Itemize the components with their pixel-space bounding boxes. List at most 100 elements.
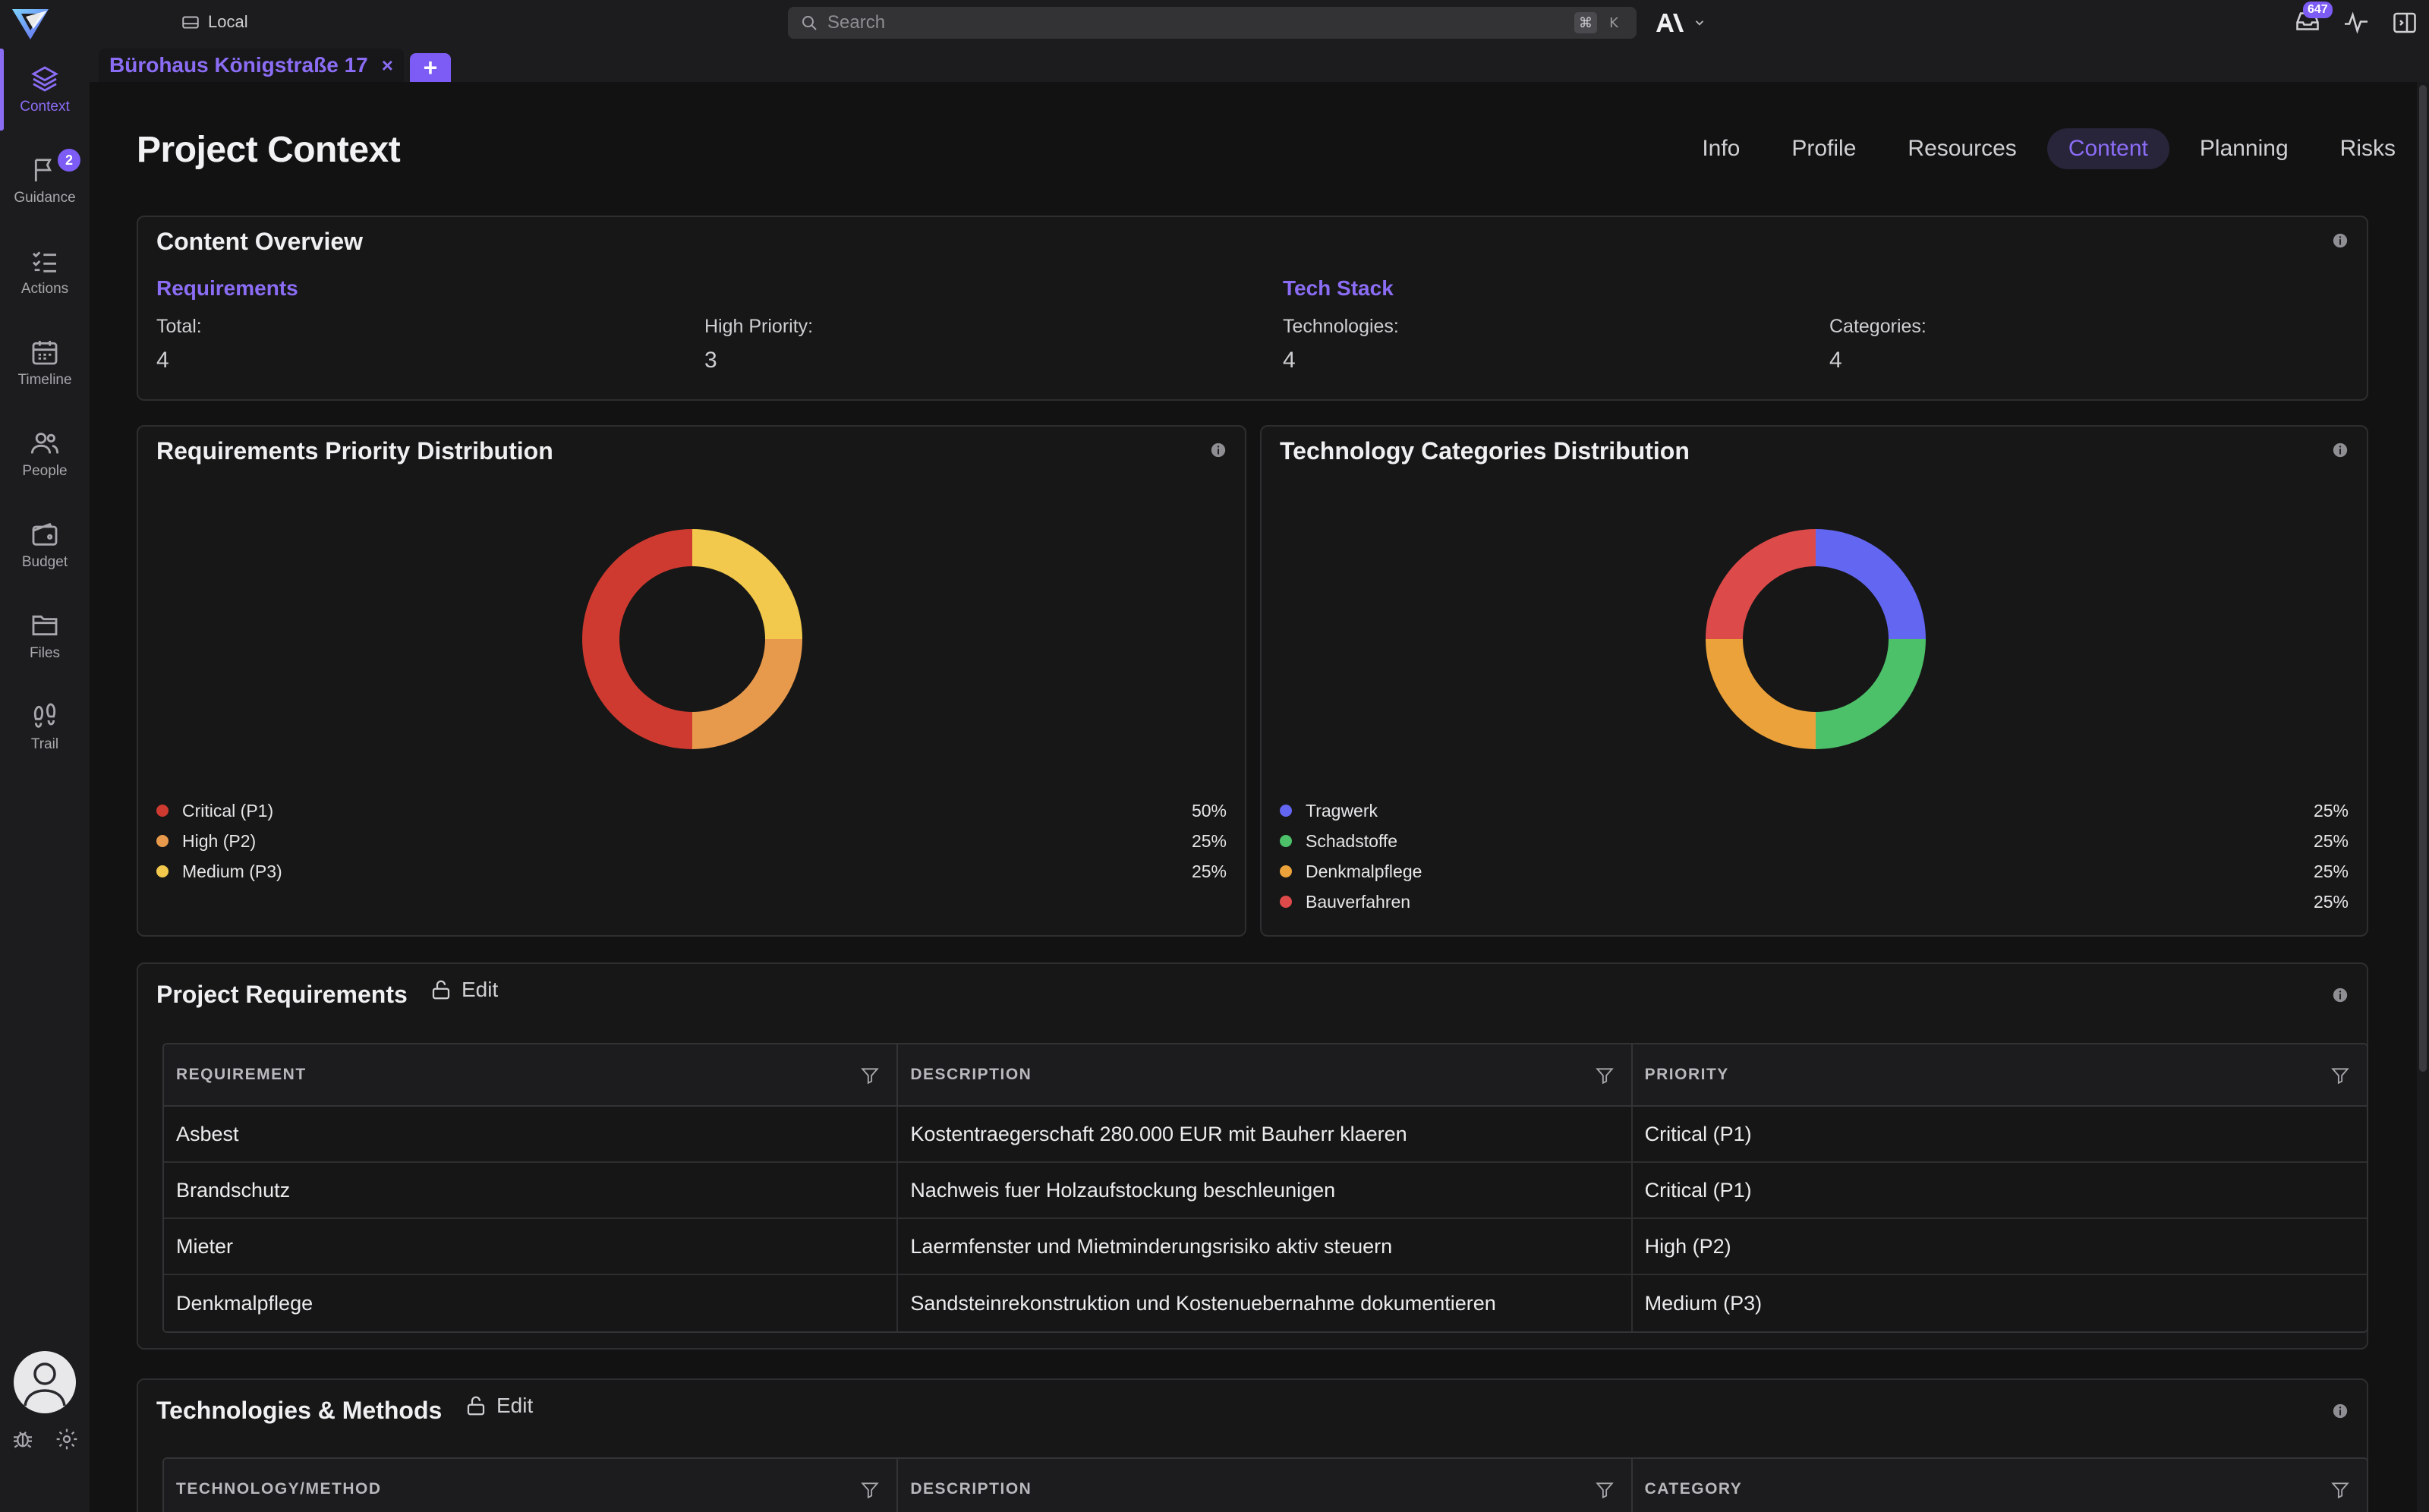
app-logo-icon[interactable]: [11, 6, 50, 41]
sidebar-item-trail[interactable]: Trail: [0, 683, 90, 771]
inbox-badge: 647: [2303, 1, 2333, 18]
sidebar-item-label: Guidance: [14, 190, 76, 206]
panel-toggle-icon[interactable]: [2391, 9, 2418, 36]
project-requirements-card: Project Requirements Edit REQUIREMENT DE…: [137, 962, 2368, 1350]
tab-planning[interactable]: Planning: [2179, 128, 2310, 169]
table-row[interactable]: Asbest Kostentraegerschaft 280.000 EUR m…: [164, 1107, 2367, 1163]
legend-item[interactable]: Medium (P3) 25%: [156, 856, 1227, 887]
high-priority-label: High Priority:: [704, 316, 814, 337]
tab-info[interactable]: Info: [1681, 128, 1761, 169]
filter-icon[interactable]: [860, 1480, 880, 1500]
tab-resources[interactable]: Resources: [1886, 128, 2037, 169]
project-tab[interactable]: Bürohaus Königstraße 17 ×: [99, 49, 404, 82]
inbox-button[interactable]: 647: [2294, 1, 2333, 39]
section-tabs: Info Profile Resources Content Planning …: [1681, 126, 2417, 172]
filter-icon[interactable]: [1595, 1480, 1615, 1500]
info-icon[interactable]: [1210, 442, 1227, 458]
sidebar-item-label: Budget: [21, 554, 68, 570]
technologies-methods-card: Technologies & Methods Edit TECHNOLOGY/M…: [137, 1378, 2368, 1512]
tab-content[interactable]: Content: [2046, 128, 2169, 169]
sidebar-item-budget[interactable]: Budget: [0, 501, 90, 589]
edit-technologies-button[interactable]: Edit: [465, 1394, 533, 1418]
requirements-table: REQUIREMENT DESCRIPTION PRIORITY Asbest …: [162, 1043, 2368, 1333]
top-right-actions: 647: [2294, 1, 2418, 39]
bug-icon[interactable]: [11, 1427, 35, 1451]
sidebar-item-files[interactable]: Files: [0, 592, 90, 680]
filter-icon[interactable]: [1595, 1066, 1615, 1085]
legend-item[interactable]: Critical (P1) 50%: [156, 795, 1227, 826]
chart-title: Technology Categories Distribution: [1280, 437, 1690, 465]
tech-stack-section-title: Tech Stack: [1283, 276, 1394, 300]
donut-slice-critical-p1[interactable]: [582, 529, 692, 749]
donut-slice-medium-p3[interactable]: [692, 529, 802, 639]
donut-slice-bauverfahren[interactable]: [1706, 529, 1816, 639]
table-row[interactable]: Brandschutz Nachweis fuer Holzaufstockun…: [164, 1163, 2367, 1219]
sidebar-item-actions[interactable]: Actions: [0, 228, 90, 316]
requirements-section-title: Requirements: [156, 276, 298, 300]
donut-slice-denkmalpflege[interactable]: [1706, 639, 1816, 749]
user-avatar[interactable]: [14, 1351, 76, 1413]
legend-label: Denkmalpflege: [1306, 861, 1422, 881]
sidebar-item-people[interactable]: People: [0, 410, 90, 498]
tab-bar: Bürohaus Königstraße 17 × +: [90, 44, 2429, 82]
search-shortcut: ⌘ K: [1574, 12, 1624, 33]
tab-risks[interactable]: Risks: [2319, 128, 2417, 169]
legend-item[interactable]: Schadstoffe 25%: [1280, 826, 2349, 856]
column-header-label: DESCRIPTION: [910, 1066, 1032, 1083]
sidebar-item-context[interactable]: Context: [0, 46, 90, 134]
sidebar-item-label: Context: [20, 99, 70, 115]
activity-icon[interactable]: [2342, 9, 2370, 36]
legend-item[interactable]: Denkmalpflege 25%: [1280, 856, 2349, 887]
legend-label: Critical (P1): [182, 800, 274, 821]
filter-icon[interactable]: [2330, 1066, 2350, 1085]
edit-requirements-button[interactable]: Edit: [430, 978, 498, 1002]
info-icon[interactable]: [2332, 1403, 2349, 1419]
cell-requirement: Denkmalpflege: [164, 1275, 899, 1331]
table-header: TECHNOLOGY/METHOD DESCRIPTION CATEGORY: [164, 1459, 2367, 1512]
info-icon[interactable]: [2332, 987, 2349, 1003]
sidebar-item-timeline[interactable]: Timeline: [0, 319, 90, 407]
info-icon[interactable]: [2332, 442, 2349, 458]
model-selector[interactable]: [1655, 9, 1706, 36]
donut-slice-tragwerk[interactable]: [1816, 529, 1926, 639]
main-scrollbar[interactable]: [2417, 82, 2429, 1512]
info-icon[interactable]: [2332, 232, 2349, 249]
donut-slice-schadstoffe[interactable]: [1816, 639, 1926, 749]
cell-requirement: Asbest: [164, 1107, 899, 1161]
search-icon: [802, 16, 817, 30]
legend-item[interactable]: High (P2) 25%: [156, 826, 1227, 856]
sidebar-item-guidance[interactable]: Guidance 2: [0, 137, 90, 225]
main-content: Project Context Info Profile Resources C…: [90, 82, 2417, 1512]
legend-swatch: [1280, 896, 1292, 908]
filter-icon[interactable]: [860, 1066, 880, 1085]
legend-swatch: [1280, 865, 1292, 877]
add-tab-button[interactable]: +: [410, 53, 451, 82]
filter-icon[interactable]: [2330, 1480, 2350, 1500]
sidebar: Context Guidance 2 Actions Timeline Peop…: [0, 44, 90, 1512]
total-label: Total:: [156, 316, 202, 337]
search-input[interactable]: [827, 12, 1574, 33]
gear-icon[interactable]: [55, 1427, 79, 1451]
tab-profile[interactable]: Profile: [1770, 128, 1877, 169]
guidance-badge: 2: [58, 149, 80, 172]
cell-priority: Critical (P1): [1644, 1122, 1752, 1145]
donut-slice-high-p2[interactable]: [692, 639, 802, 749]
legend-item[interactable]: Tragwerk 25%: [1280, 795, 2349, 826]
legend-item[interactable]: Bauverfahren 25%: [1280, 887, 2349, 917]
column-header-label: CATEGORY: [1644, 1480, 1743, 1498]
column-header-label: TECHNOLOGY/METHOD: [176, 1480, 382, 1498]
column-header-priority: PRIORITY: [1633, 1044, 2367, 1105]
chart-title: Requirements Priority Distribution: [156, 437, 553, 465]
search-bar[interactable]: ⌘ K: [788, 7, 1637, 39]
chart-legend: Critical (P1) 50% High (P2) 25% Medium (P3) 2…: [156, 795, 1227, 887]
table-row[interactable]: Denkmalpflege Sandsteinrekonstruktion un…: [164, 1275, 2367, 1331]
close-tab-button[interactable]: ×: [382, 54, 393, 77]
scrollbar-thumb[interactable]: [2419, 85, 2427, 1072]
drive-icon: [182, 16, 199, 29]
total-value: 4: [156, 348, 169, 373]
folder-icon: [32, 615, 58, 636]
workspace-selector[interactable]: Local: [181, 11, 248, 33]
shortcut-mod-key: ⌘: [1574, 12, 1597, 33]
table-row[interactable]: Mieter Laermfenster und Mietminderungsri…: [164, 1219, 2367, 1275]
sidebar-item-label: Trail: [30, 736, 59, 752]
